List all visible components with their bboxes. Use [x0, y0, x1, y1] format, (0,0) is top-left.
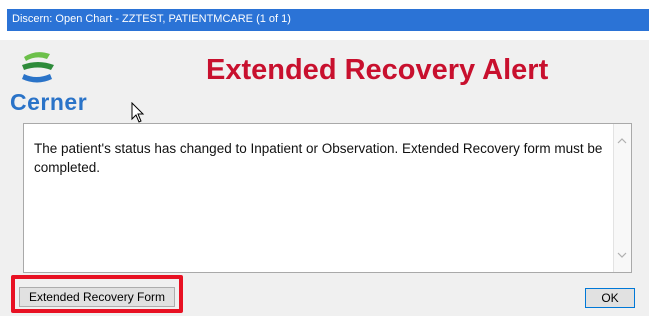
alert-title: Extended Recovery Alert: [206, 54, 549, 86]
ok-button[interactable]: OK: [585, 288, 635, 308]
window-title: Discern: Open Chart - ZZTEST, PATIENTMCA…: [12, 13, 291, 25]
message-box: The patient's status has changed to Inpa…: [23, 123, 632, 273]
title-bar: Discern: Open Chart - ZZTEST, PATIENTMCA…: [0, 0, 649, 40]
extended-recovery-form-button[interactable]: Extended Recovery Form: [19, 287, 175, 307]
chevron-up-icon[interactable]: [617, 136, 627, 146]
chevron-down-icon[interactable]: [617, 250, 627, 260]
mouse-cursor-icon: [131, 102, 145, 123]
dialog-window: Discern: Open Chart - ZZTEST, PATIENTMCA…: [0, 0, 649, 316]
cerner-logo-text: Cerner: [10, 89, 88, 115]
alert-message: The patient's status has changed to Inpa…: [34, 141, 603, 175]
vertical-scrollbar[interactable]: [613, 124, 631, 272]
